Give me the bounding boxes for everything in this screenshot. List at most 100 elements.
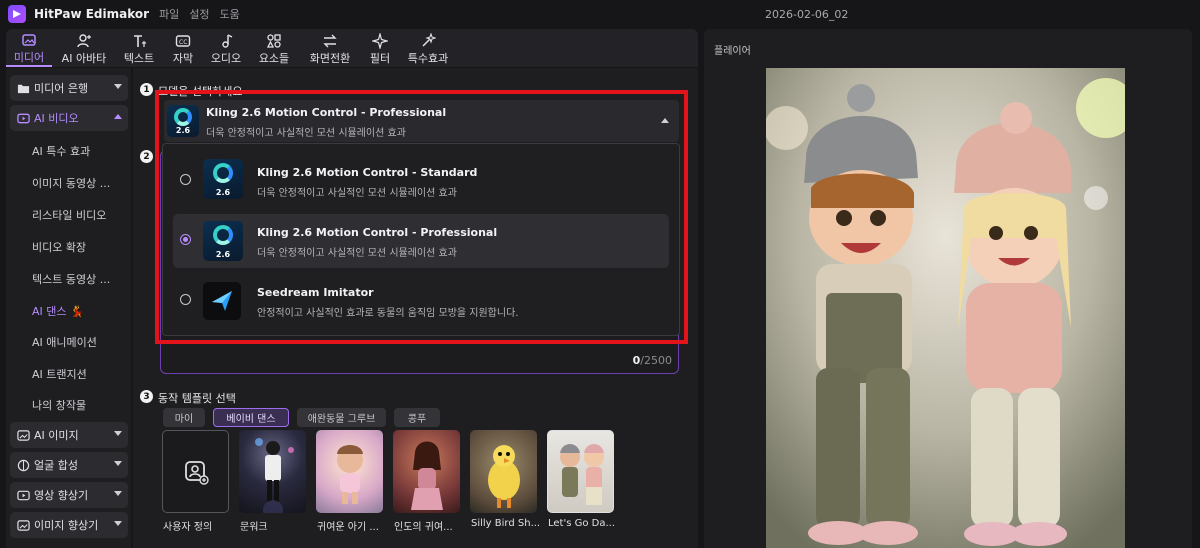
face-swap-icon	[16, 458, 30, 472]
step-2-badge: 2	[140, 150, 153, 163]
menu-settings[interactable]: 설정	[189, 6, 209, 22]
model-option-title: Seedream Imitator	[257, 286, 374, 299]
char-count-max: /2500	[640, 354, 672, 367]
menu-help[interactable]: 도움	[220, 6, 240, 22]
sidebar-group-media-bank[interactable]: 미디어 은행	[10, 75, 128, 101]
sidebar-item-ai-effects[interactable]: AI 특수 효과	[32, 143, 90, 159]
tab-filter[interactable]: 필터	[360, 29, 400, 67]
selected-model-desc: 더욱 안정적이고 사실적인 모션 시뮬레이션 효과	[206, 128, 406, 139]
sidebar-group-face-swap[interactable]: 얼굴 합성	[10, 452, 128, 478]
template-thumb-moonwalk[interactable]	[239, 430, 306, 513]
chevron-down-icon	[114, 431, 122, 436]
chevron-up-icon[interactable]	[661, 118, 669, 123]
tab-text[interactable]: 텍스트	[116, 29, 162, 67]
transition-icon	[321, 32, 339, 49]
sidebar-group-image-enhancer[interactable]: 이미지 향상기	[10, 512, 128, 538]
sidebar-item-image-to-video[interactable]: 이미지 동영상 ...	[32, 175, 110, 191]
radio-button[interactable]	[180, 174, 191, 185]
preview-image[interactable]	[766, 68, 1125, 548]
player-panel: 플레이어	[704, 29, 1192, 548]
template-thumb-lets-go-dance[interactable]	[547, 430, 614, 513]
model-option-desc: 더욱 안정적이고 사실적인 모션 시뮬레이션 효과	[257, 248, 457, 259]
model-option-desc: 더욱 안정적이고 사실적인 모션 시뮬레이션 효과	[257, 188, 457, 199]
tab-media[interactable]: 미디어	[6, 29, 52, 67]
right-edge-scrollbar[interactable]	[1192, 29, 1200, 548]
step-3-badge: 3	[140, 390, 153, 403]
template-thumb-cute-baby[interactable]	[316, 430, 383, 513]
chevron-down-icon	[114, 521, 122, 526]
step-3-label: 동작 템플릿 선택	[158, 392, 236, 405]
svg-text:CC: CC	[179, 39, 187, 46]
kling-model-icon: 2.6	[167, 105, 199, 137]
main-toolbar: 미디어 AI 아바타 텍스트 CC 자막 오디오 요소들 화면전환 필터 특수효…	[6, 29, 698, 67]
tab-elements[interactable]: 요소들	[248, 29, 300, 67]
ai-video-icon	[16, 111, 30, 125]
template-label: 사용자 정의	[163, 522, 213, 533]
ai-avatar-icon	[75, 32, 93, 49]
tab-ai-avatar[interactable]: AI 아바타	[52, 29, 116, 67]
sidebar-item-video-extend[interactable]: 비디오 확장	[32, 239, 86, 255]
sidebar-item-text-to-video[interactable]: 텍스트 동영상 ...	[32, 271, 110, 287]
model-option-standard[interactable]: 2.6 Kling 2.6 Motion Control - Standard …	[173, 154, 669, 208]
template-label: 인도의 귀여...	[394, 522, 453, 533]
sidebar-group-label: 이미지 향상기	[34, 519, 99, 532]
chevron-down-icon	[114, 461, 122, 466]
subtitle-icon: CC	[174, 32, 192, 49]
chevron-up-icon	[114, 114, 122, 119]
template-tab-my[interactable]: 마이	[163, 408, 205, 427]
sidebar-item-ai-transition[interactable]: AI 트랜지션	[32, 366, 87, 382]
tab-transition[interactable]: 화면전환	[300, 29, 360, 67]
kling-model-icon: 2.6	[203, 159, 243, 199]
tab-filter-label: 필터	[369, 52, 391, 65]
media-icon	[20, 32, 38, 48]
model-option-desc: 안정적이고 사실적인 효과로 동물의 움직임 모방을 지원합니다.	[257, 308, 519, 319]
template-tab-baby-dance[interactable]: 베이비 댄스	[213, 408, 289, 427]
add-user-icon	[184, 460, 209, 485]
template-custom[interactable]	[162, 430, 229, 513]
sidebar-group-label: AI 비디오	[34, 112, 79, 125]
tab-audio-label: 오디오	[210, 52, 242, 65]
tab-audio[interactable]: 오디오	[204, 29, 248, 67]
app-logo-icon	[8, 5, 26, 23]
template-tab-pet-groove[interactable]: 애완동물 그루브	[297, 408, 386, 427]
radio-button[interactable]	[180, 294, 191, 305]
tab-elements-label: 요소들	[258, 52, 290, 65]
sidebar-item-ai-dance[interactable]: AI 댄스 💃	[32, 303, 84, 319]
tab-subtitle-label: 자막	[172, 52, 194, 65]
template-label: Silly Bird Sh...	[471, 518, 541, 529]
template-label: Let's Go Da...	[548, 518, 616, 529]
model-option-professional[interactable]: 2.6 Kling 2.6 Motion Control - Professio…	[173, 214, 669, 268]
tab-media-label: 미디어	[13, 51, 45, 64]
project-title: 2026-02-06_02	[765, 8, 849, 21]
kling-model-icon: 2.6	[203, 221, 243, 261]
selected-model-title: Kling 2.6 Motion Control - Professional	[206, 106, 447, 119]
tab-subtitle[interactable]: CC 자막	[162, 29, 204, 67]
radio-button-selected[interactable]	[180, 234, 191, 245]
effects-icon	[419, 32, 437, 49]
menu-file[interactable]: 파일	[159, 6, 179, 22]
sidebar-group-label: 영상 향상기	[34, 489, 89, 502]
app-name: HitPaw Edimakor	[34, 7, 150, 21]
image-icon	[16, 428, 30, 442]
step-1-badge: 1	[140, 83, 153, 96]
sidebar-item-ai-animation[interactable]: AI 애니메이션	[32, 334, 97, 350]
model-option-title: Kling 2.6 Motion Control - Professional	[257, 226, 498, 239]
sidebar-group-ai-video[interactable]: AI 비디오	[10, 105, 128, 131]
template-label: 귀여운 아기 ...	[317, 522, 379, 533]
char-counter: 0/2500	[633, 354, 672, 367]
template-tab-kungfu[interactable]: 콩푸	[394, 408, 440, 427]
sidebar-item-my-creations[interactable]: 나의 창작물	[32, 397, 86, 413]
sidebar-item-restyle-video[interactable]: 리스타일 비디오	[32, 207, 106, 223]
template-thumb-indian-cute[interactable]	[393, 430, 460, 513]
template-thumb-silly-bird[interactable]	[470, 430, 537, 513]
sidebar-group-video-enhancer[interactable]: 영상 향상기	[10, 482, 128, 508]
tab-text-label: 텍스트	[123, 52, 155, 65]
sidebar-group-ai-image[interactable]: AI 이미지	[10, 422, 128, 448]
text-icon	[130, 32, 148, 49]
audio-icon	[217, 32, 235, 49]
tab-effects[interactable]: 특수효과	[400, 29, 456, 67]
model-option-seedream[interactable]: Seedream Imitator 안정적이고 사실적인 효과로 동물의 움직임…	[173, 274, 669, 328]
tab-effects-label: 특수효과	[407, 52, 449, 65]
model-select[interactable]: 2.6 Kling 2.6 Motion Control - Professio…	[164, 100, 679, 142]
sidebar-group-label: 미디어 은행	[34, 82, 89, 95]
